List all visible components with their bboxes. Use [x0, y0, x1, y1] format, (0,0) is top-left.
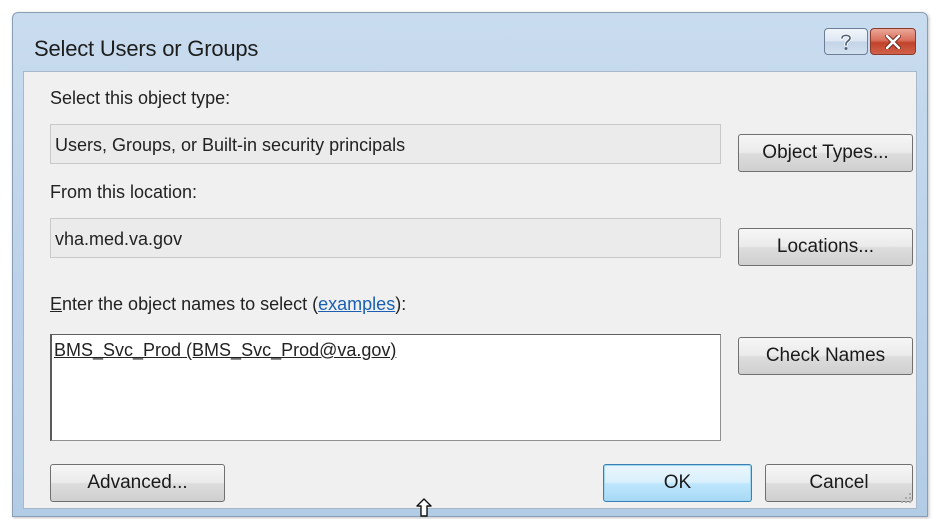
object-names-label: Enter the object names to select (exampl… [50, 294, 406, 315]
object-names-label-text: nter the object names to select ( [62, 294, 319, 314]
object-names-label-accelerator: E [50, 294, 63, 314]
resize-grip-icon[interactable] [900, 492, 912, 504]
object-names-label-suffix: ): [395, 294, 407, 314]
object-names-input[interactable]: BMS_Svc_Prod (BMS_Svc_Prod@va.gov) [50, 334, 721, 441]
advanced-button[interactable]: Advanced... [50, 464, 225, 502]
check-names-button[interactable]: Check Names [738, 337, 913, 375]
object-type-label: Select this object type: [50, 88, 231, 108]
cancel-button[interactable]: Cancel [765, 464, 913, 502]
close-button[interactable] [870, 28, 916, 55]
object-names-value: BMS_Svc_Prod (BMS_Svc_Prod@va.gov) [54, 340, 397, 360]
location-label: From this location: [50, 182, 198, 202]
window-title: Select Users or Groups [34, 36, 259, 61]
locations-button[interactable]: Locations... [738, 228, 913, 266]
dialog-client-area: Select this object type: Users, Groups, … [23, 71, 917, 509]
question-mark-icon [840, 33, 852, 50]
location-field: vha.med.va.gov [50, 218, 721, 258]
examples-link[interactable]: examples [318, 294, 395, 314]
close-x-icon [885, 34, 901, 49]
object-type-field: Users, Groups, or Built-in security prin… [50, 124, 721, 164]
dialog-window: Select Users or Groups Select this objec… [12, 12, 928, 517]
title-bar[interactable]: Select Users or Groups [13, 13, 927, 71]
ok-button[interactable]: OK [603, 464, 752, 502]
up-arrow-cursor-icon [416, 498, 432, 517]
help-button[interactable] [824, 28, 868, 55]
object-types-button[interactable]: Object Types... [738, 134, 913, 172]
